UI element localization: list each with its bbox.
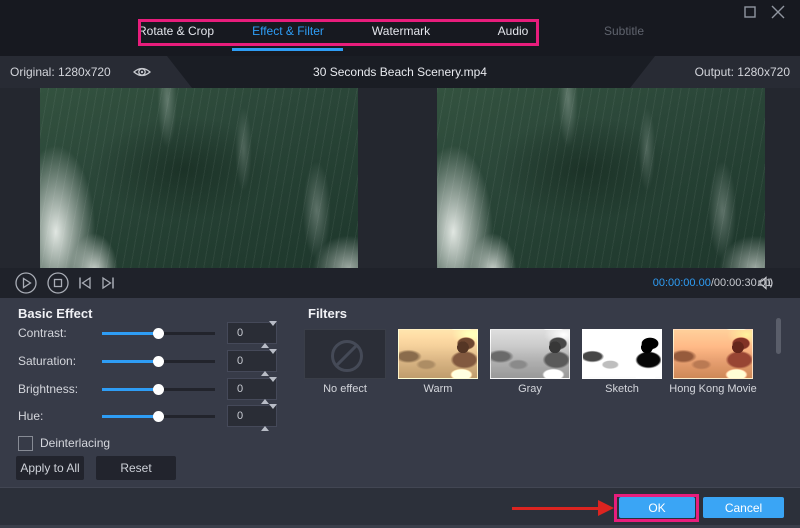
annotation-highlight-tabs: [138, 19, 539, 46]
preview-info-strip: Original: 1280x720 30 Seconds Beach Scen…: [0, 56, 800, 88]
close-button[interactable]: [770, 4, 786, 20]
filter-label-no-effect: No effect: [323, 383, 367, 395]
next-frame-icon: [102, 276, 114, 290]
reset-button[interactable]: Reset: [96, 456, 176, 480]
player-bar: 00:00:00.00/00:00:30.01: [0, 268, 800, 298]
contrast-spin-arrows[interactable]: [261, 321, 277, 348]
cancel-button[interactable]: Cancel: [703, 497, 784, 518]
filter-sketch[interactable]: [582, 329, 662, 379]
deinterlacing-label: Deinterlacing: [40, 436, 111, 450]
original-video-preview: [40, 88, 358, 268]
filter-warm[interactable]: [398, 329, 478, 379]
eye-icon: [133, 67, 151, 77]
spin-up-icon: [261, 354, 269, 376]
apply-to-all-button[interactable]: Apply to All: [16, 456, 84, 480]
active-tab-underline: [232, 48, 343, 51]
saturation-value: 0: [237, 355, 244, 367]
basic-effect-panel: Basic Effect Contrast: 0 Saturation: 0 B…: [0, 298, 300, 487]
filter-label-hong-kong-movie: Hong Kong Movie: [669, 383, 757, 395]
basic-effect-title: Basic Effect: [18, 306, 93, 321]
spin-down-icon: [269, 349, 277, 371]
deinterlacing-checkbox[interactable]: [18, 436, 33, 451]
filter-hong-kong-movie[interactable]: [673, 329, 753, 379]
output-video-preview: [437, 88, 765, 268]
stop-icon: [47, 272, 69, 294]
filters-title: Filters: [308, 306, 348, 321]
filter-no-effect[interactable]: [304, 329, 386, 379]
hue-label: Hue:: [18, 409, 44, 423]
saturation-slider[interactable]: [102, 356, 215, 367]
saturation-label: Saturation:: [18, 354, 77, 368]
current-time: 00:00:00.00: [652, 277, 711, 289]
hue-value: 0: [237, 410, 244, 422]
prohibition-icon: [331, 340, 363, 372]
saturation-spinbox[interactable]: 0: [227, 349, 277, 376]
contrast-spinbox[interactable]: 0: [227, 321, 277, 348]
annotation-arrow-head: [598, 500, 614, 516]
brightness-slider[interactable]: [102, 384, 215, 395]
brightness-spin-arrows[interactable]: [261, 377, 277, 404]
saturation-spin-arrows[interactable]: [261, 349, 277, 376]
footer-bar: OK Cancel: [0, 487, 800, 528]
hue-slider[interactable]: [102, 411, 215, 422]
play-button[interactable]: [15, 272, 37, 294]
hue-spin-arrows[interactable]: [261, 404, 277, 431]
preview-toggle-button[interactable]: [132, 62, 152, 82]
spin-down-icon: [269, 404, 277, 426]
filter-label-sketch: Sketch: [605, 383, 639, 395]
contrast-value: 0: [237, 327, 244, 339]
previous-frame-button[interactable]: [76, 274, 94, 292]
preview-area: [0, 88, 800, 268]
filters-scrollbar[interactable]: [776, 318, 781, 354]
brightness-slider-thumb[interactable]: [153, 384, 164, 395]
original-resolution-label: Original: 1280x720: [10, 65, 111, 79]
ok-button[interactable]: OK: [619, 497, 695, 518]
filter-label-gray: Gray: [518, 383, 542, 395]
contrast-slider-thumb[interactable]: [153, 328, 164, 339]
maximize-button[interactable]: [742, 4, 758, 20]
hue-slider-thumb[interactable]: [153, 411, 164, 422]
next-frame-button[interactable]: [99, 274, 117, 292]
spin-down-icon: [269, 377, 277, 399]
tab-subtitle[interactable]: Subtitle: [604, 24, 644, 38]
spin-up-icon: [261, 382, 269, 404]
stop-button[interactable]: [47, 272, 69, 294]
hue-spinbox[interactable]: 0: [227, 404, 277, 431]
brightness-value: 0: [237, 383, 244, 395]
close-icon: [771, 5, 785, 19]
volume-button[interactable]: [756, 274, 776, 292]
spin-down-icon: [269, 321, 277, 343]
spin-up-icon: [261, 409, 269, 431]
contrast-label: Contrast:: [18, 326, 67, 340]
time-display: 00:00:00.00/00:00:30.01: [653, 277, 772, 289]
brightness-label: Brightness:: [18, 382, 79, 396]
output-resolution-label: Output: 1280x720: [694, 65, 790, 79]
saturation-slider-thumb[interactable]: [153, 356, 164, 367]
brightness-spinbox[interactable]: 0: [227, 377, 277, 404]
filter-gray[interactable]: [490, 329, 570, 379]
play-icon: [15, 272, 37, 294]
previous-frame-icon: [79, 276, 91, 290]
filter-label-warm: Warm: [423, 383, 453, 395]
contrast-slider[interactable]: [102, 328, 215, 339]
spin-up-icon: [261, 326, 269, 348]
annotation-arrow-line: [512, 507, 600, 510]
tab-bar: Rotate & Crop Effect & Filter Watermark …: [0, 0, 800, 56]
maximize-icon: [744, 6, 756, 18]
speaker-icon: [758, 276, 773, 290]
video-filename: 30 Seconds Beach Scenery.mp4: [313, 65, 487, 79]
video-editor-window: Rotate & Crop Effect & Filter Watermark …: [0, 0, 800, 528]
filters-panel: Filters No effect Warm Gray Sketch Hong …: [300, 298, 800, 487]
